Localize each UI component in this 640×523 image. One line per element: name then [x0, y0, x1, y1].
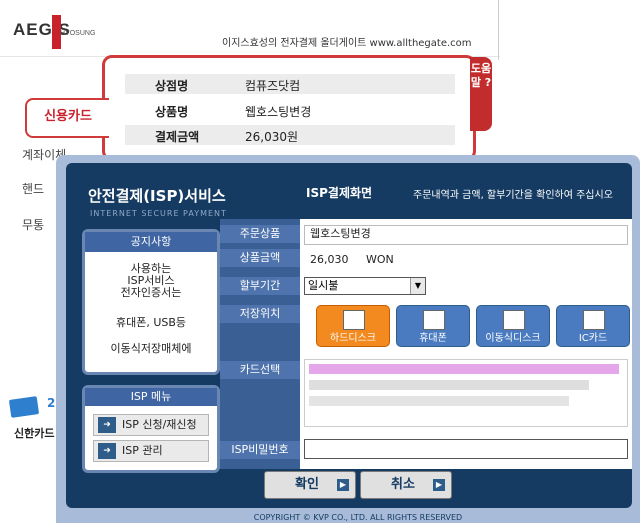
storage-name: 하드디스크 — [330, 333, 376, 344]
notice-line: 이동식저장매체에 — [110, 342, 192, 355]
card-select-label: 카드선택 — [220, 361, 300, 379]
phone-icon — [423, 310, 445, 330]
installment-select[interactable]: 일시불 ▼ — [304, 277, 426, 295]
storage-label: 저장위치 — [220, 305, 300, 323]
order-row-amount: 결제금액 26,030원 — [125, 125, 455, 145]
card-badge: 2 — [47, 396, 56, 410]
amount-value: 26,030 — [310, 253, 349, 266]
installment-label: 할부기간 — [220, 277, 300, 295]
vendor-text: 이지스효성의 전자결제 올더게이트 www.allthegate.com — [222, 38, 472, 49]
order-value: 웹호스팅변경 — [245, 105, 312, 119]
isp-manage-button[interactable]: ➜ ISP 관리 — [93, 440, 209, 462]
storage-iccard-button[interactable]: IC카드 — [556, 305, 630, 347]
amount-label: 상품금액 — [220, 249, 300, 267]
storage-name: 휴대폰 — [419, 333, 447, 344]
storage-removable-button[interactable]: 이동식디스크 — [476, 305, 550, 347]
menu-label: ISP 관리 — [122, 444, 163, 457]
confirm-label: 확인 — [295, 477, 319, 492]
chip-icon — [583, 310, 605, 330]
storage-name: 이동식디스크 — [485, 333, 541, 344]
cancel-label: 취소 — [391, 477, 415, 492]
redacted-card-row — [309, 396, 569, 406]
credit-card-icon — [8, 396, 40, 418]
help-tab[interactable]: 도움말 ? — [470, 57, 492, 131]
cancel-button[interactable]: 취소 ▶ — [360, 471, 452, 499]
arrow-right-icon: ▶ — [337, 479, 349, 491]
order-label: 상품명 — [155, 105, 189, 119]
product-label: 주문상품 — [220, 225, 300, 243]
redacted-card-row — [309, 380, 589, 390]
redacted-card-row — [309, 364, 619, 374]
storage-phone-button[interactable]: 휴대폰 — [396, 305, 470, 347]
storage-name: IC카드 — [578, 333, 608, 344]
order-row-product: 상품명 웹호스팅변경 — [125, 100, 455, 120]
isp-menu-box: ISP 메뉴 ➜ ISP 신청/재신청 ➜ ISP 관리 — [82, 385, 220, 473]
form: 주문상품 웹호스팅변경 상품금액 26,030 WON 할부기간 일시불 ▼ 저… — [220, 219, 632, 469]
arrow-right-icon: ▶ — [433, 479, 445, 491]
arrow-right-icon: ➜ — [98, 443, 116, 459]
confirm-button[interactable]: 확인 ▶ — [264, 471, 356, 499]
notice-box: 공지사항 사용하는 ISP서비스 전자인증서는 휴대폰, USB등 이동식저장매… — [82, 229, 220, 375]
card-company-label: 신한카드 — [14, 427, 55, 440]
menu-label: ISP 신청/재신청 — [122, 418, 197, 431]
divider — [498, 0, 499, 60]
order-info-panel: 상점명 컴퓨즈닷컴 상품명 웹호스팅변경 결제금액 26,030원 — [102, 55, 476, 161]
isp-menu-heading: ISP 메뉴 — [85, 388, 217, 406]
side-menu-credit-card[interactable]: 신용카드 — [25, 98, 109, 138]
order-value: 26,030원 — [245, 130, 299, 144]
notice-heading: 공지사항 — [85, 232, 217, 252]
arrow-right-icon: ➜ — [98, 417, 116, 433]
logo-sub: HYOSUNG — [60, 30, 96, 37]
isp-dialog: 안전결제(ISP)서비스 INTERNET SECURE PAYMENT 공지사… — [56, 155, 640, 523]
chevron-down-icon: ▼ — [410, 278, 425, 294]
order-row-store: 상점명 컴퓨즈닷컴 — [125, 74, 455, 94]
order-label: 결제금액 — [155, 130, 200, 144]
storage-harddisk-button[interactable]: 하드디스크 — [316, 305, 390, 347]
usb-icon — [503, 310, 525, 330]
copyright: COPYRIGHT © KVP CO., LTD. ALL RIGHTS RES… — [253, 513, 463, 522]
notice-line: 전자인증서는 — [120, 286, 182, 299]
card-select-list[interactable] — [304, 359, 628, 427]
notice-line: 휴대폰, USB등 — [115, 316, 187, 329]
product-value: 웹호스팅변경 — [310, 227, 371, 240]
isp-subtitle: INTERNET SECURE PAYMENT — [90, 209, 227, 218]
isp-title: 안전결제(ISP)서비스 — [88, 187, 226, 205]
screen-title: ISP결제화면 — [306, 186, 373, 200]
screen-desc: 주문내역과 금액, 할부기간을 확인하여 주십시오 — [413, 190, 613, 201]
isp-password-input[interactable] — [304, 439, 628, 459]
harddisk-icon — [343, 310, 365, 330]
password-label: ISP비밀번호 — [220, 441, 300, 459]
order-label: 상점명 — [155, 79, 189, 93]
amount-unit: WON — [366, 253, 394, 266]
isp-register-button[interactable]: ➜ ISP 신청/재신청 — [93, 414, 209, 436]
installment-value: 일시불 — [308, 279, 339, 292]
order-value: 컴퓨즈닷컴 — [245, 79, 301, 93]
isp-dialog-body: 안전결제(ISP)서비스 INTERNET SECURE PAYMENT 공지사… — [66, 163, 632, 522]
